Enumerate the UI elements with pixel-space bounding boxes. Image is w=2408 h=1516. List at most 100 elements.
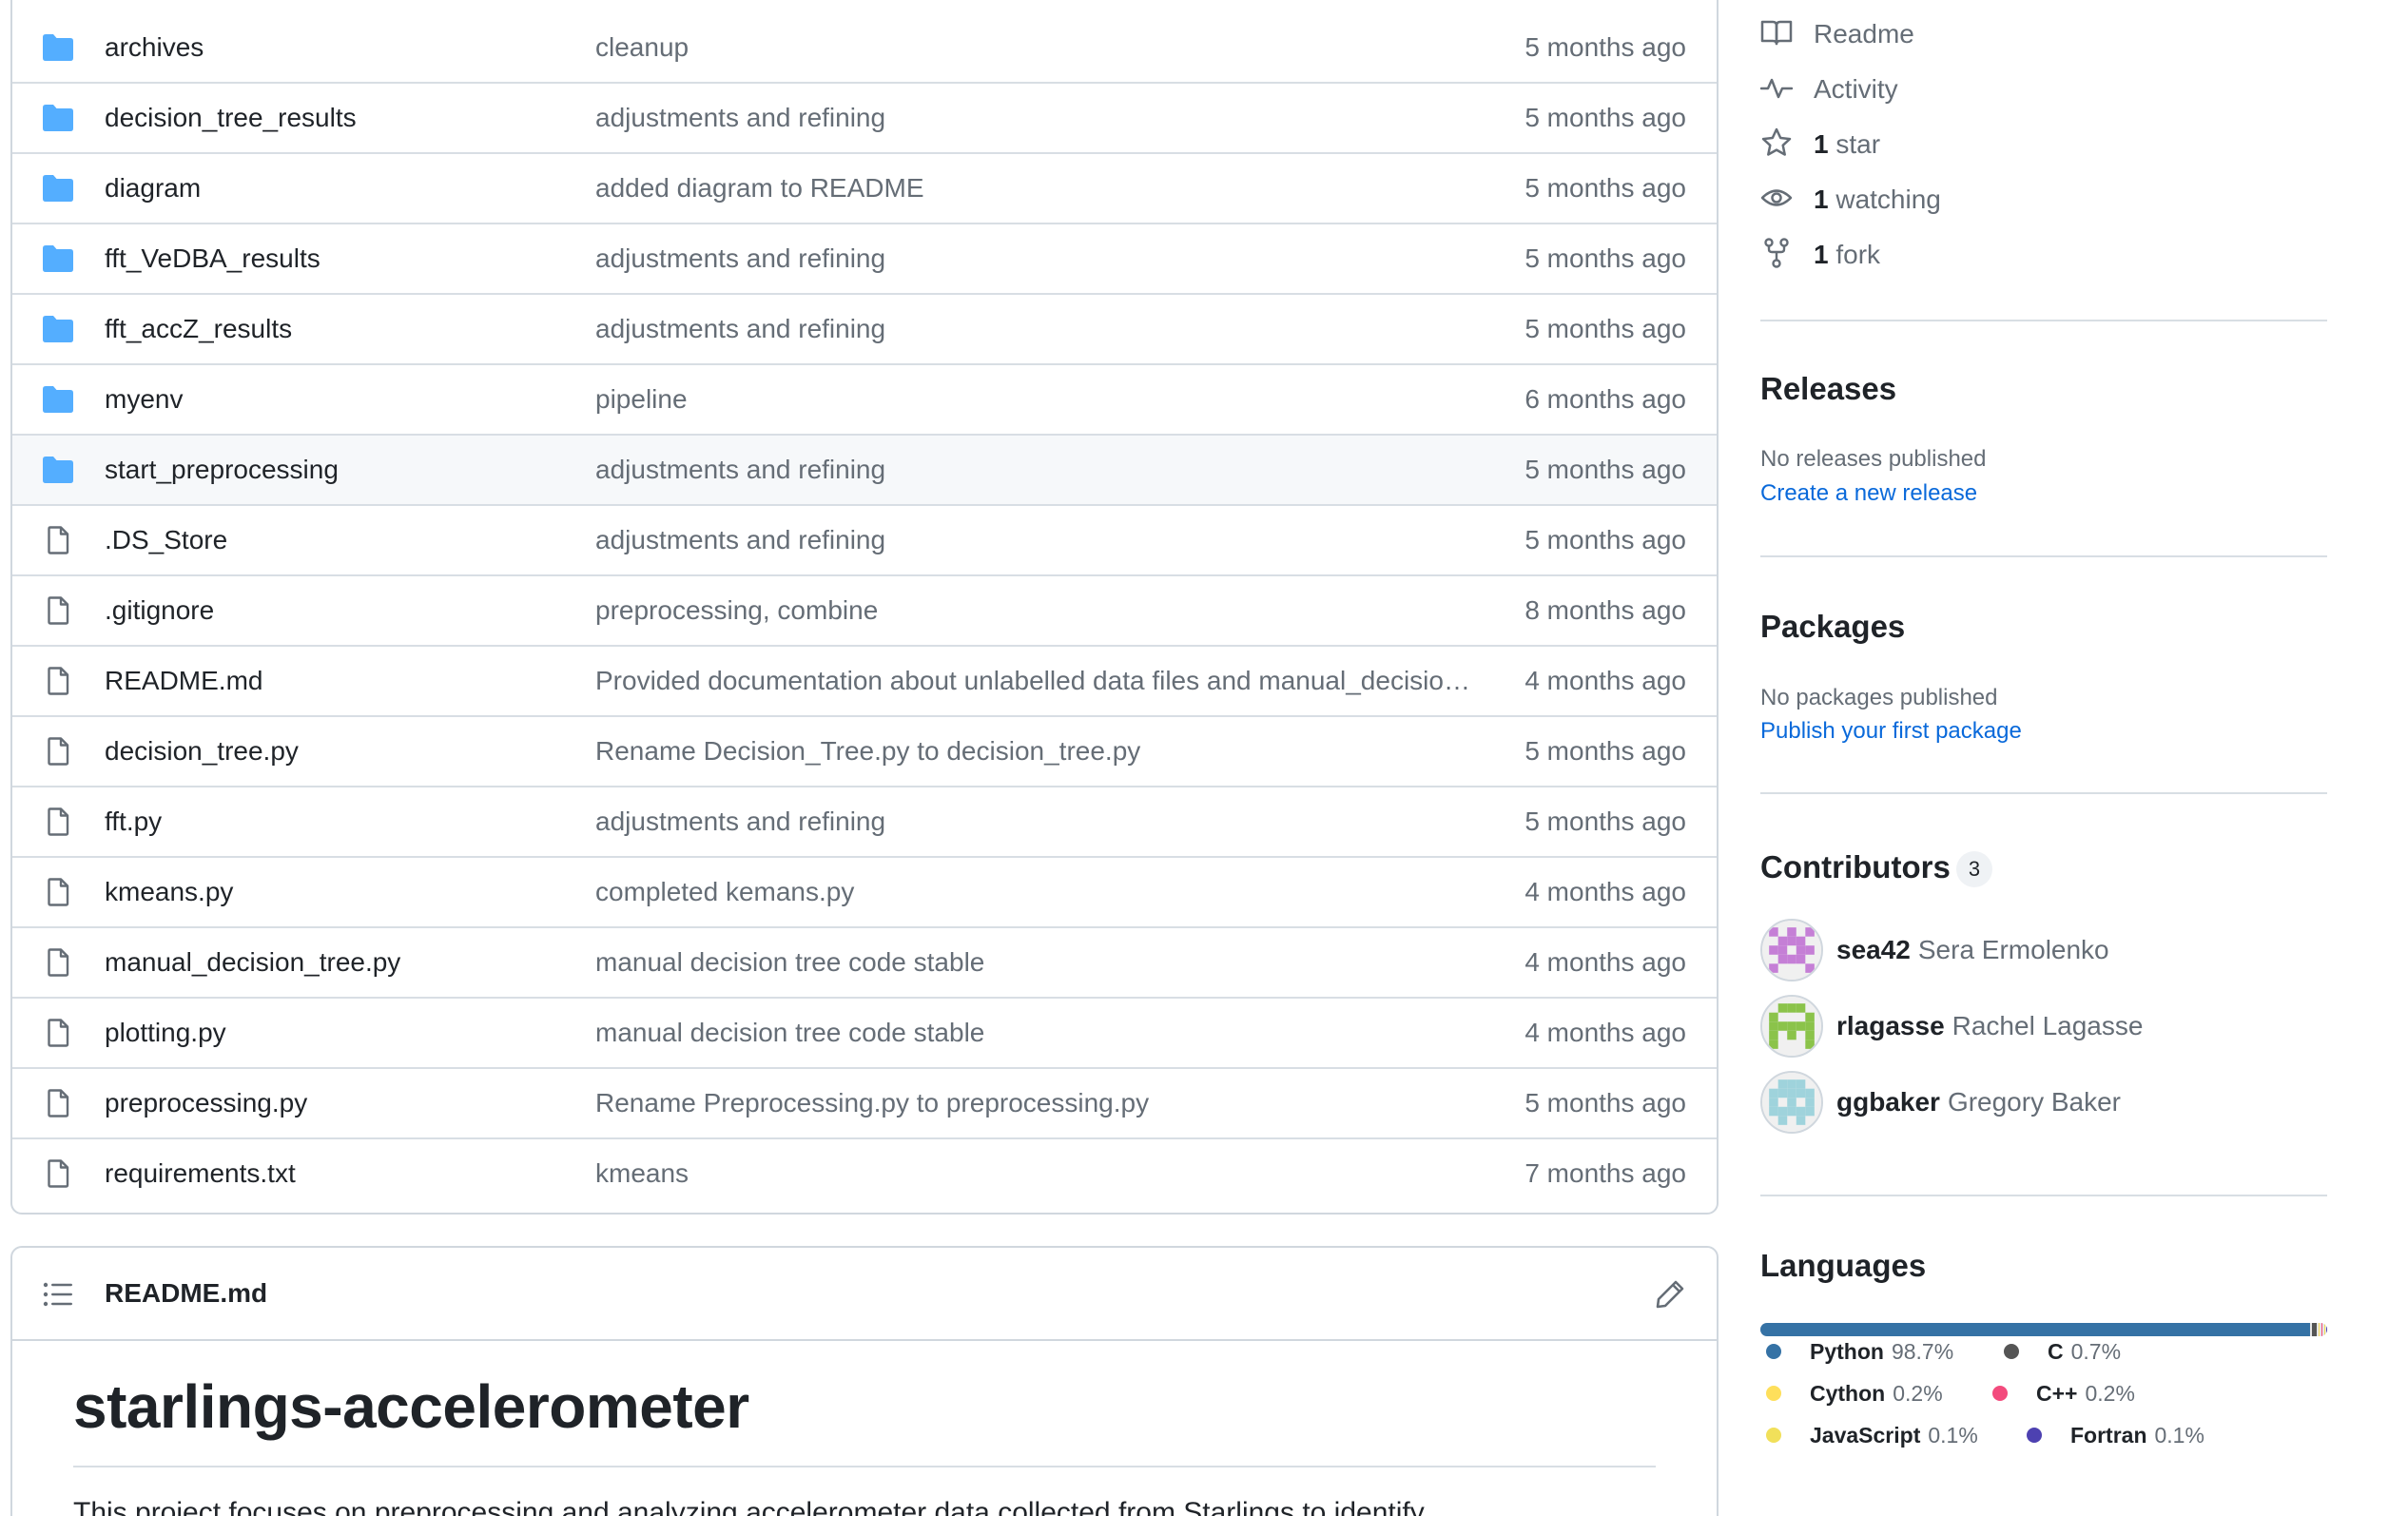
file-row[interactable]: README.md Provided documentation about un…: [12, 645, 1717, 715]
language-color-dot: [2004, 1344, 2019, 1359]
language-item[interactable]: Cython 0.2%: [1766, 1377, 1943, 1409]
commit-message-link[interactable]: manual decision tree code stable: [595, 947, 1480, 978]
commit-date: 5 months ago: [1524, 243, 1686, 273]
meta-text: fork: [1828, 240, 1881, 269]
file-icon: [42, 948, 74, 977]
file-name-link[interactable]: decision_tree.py: [105, 736, 299, 767]
commit-message-link[interactable]: added diagram to README: [595, 173, 1480, 204]
file-name-link[interactable]: myenv: [105, 384, 183, 415]
folder-icon: [42, 385, 74, 414]
contributor-login[interactable]: sea42: [1836, 935, 1911, 965]
contributor-item[interactable]: rlagasse Rachel Lagasse: [1760, 995, 2143, 1058]
packages-heading[interactable]: Packages: [1760, 609, 1905, 645]
file-name-link[interactable]: archives: [105, 32, 204, 63]
file-name-link[interactable]: .DS_Store: [105, 525, 227, 555]
language-item[interactable]: C++ 0.2%: [1992, 1377, 2135, 1409]
file-name-link[interactable]: fft.py: [105, 807, 162, 837]
language-color-dot: [1766, 1344, 1781, 1359]
commit-message-link[interactable]: adjustments and refining: [595, 525, 1480, 555]
avatar[interactable]: [1760, 919, 1823, 982]
meta-count: 1: [1814, 129, 1829, 159]
meta-text: star: [1828, 129, 1881, 159]
avatar[interactable]: [1760, 1071, 1823, 1134]
commit-message-link[interactable]: kmeans: [595, 1158, 1480, 1189]
file-icon: [42, 1159, 74, 1188]
commit-date: 5 months ago: [1524, 314, 1686, 343]
language-item[interactable]: JavaScript 0.1%: [1766, 1419, 1978, 1451]
star-icon: [1760, 126, 1814, 164]
file-name-link[interactable]: fft_accZ_results: [105, 314, 292, 344]
readme-header: README.md: [12, 1248, 1717, 1341]
file-name-link[interactable]: decision_tree_results: [105, 103, 357, 133]
file-row[interactable]: plotting.py manual decision tree code sta…: [12, 997, 1717, 1067]
folder-row[interactable]: myenv pipeline 6 months ago: [12, 363, 1717, 434]
contributor-login[interactable]: ggbaker: [1836, 1087, 1940, 1118]
file-row[interactable]: .DS_Store adjustments and refining 5 month…: [12, 504, 1717, 574]
contributor-item[interactable]: ggbaker Gregory Baker: [1760, 1071, 2121, 1134]
list-unordered-icon[interactable]: [43, 1282, 73, 1307]
file-name-link[interactable]: .gitignore: [105, 595, 214, 626]
meta-eye-link[interactable]: 1 watching: [1760, 181, 1941, 219]
meta-book-link[interactable]: Readme: [1760, 15, 1914, 53]
folder-row[interactable]: fft_VeDBA_results adjustments and refinin…: [12, 223, 1717, 293]
file-name-link[interactable]: plotting.py: [105, 1018, 226, 1048]
language-item[interactable]: C 0.7%: [2004, 1335, 2121, 1368]
folder-icon: [42, 456, 74, 484]
avatar[interactable]: [1760, 995, 1823, 1058]
file-icon: [42, 526, 74, 554]
folder-row[interactable]: start_preprocessing adjustments and refin…: [12, 434, 1717, 504]
commit-message-link[interactable]: preprocessing, combine: [595, 595, 1480, 626]
meta-fork-link[interactable]: 1 fork: [1760, 236, 1880, 274]
file-name-link[interactable]: requirements.txt: [105, 1158, 296, 1189]
language-percent: 0.1%: [2154, 1422, 2204, 1448]
commit-message-link[interactable]: manual decision tree code stable: [595, 1018, 1480, 1048]
file-name-link[interactable]: kmeans.py: [105, 877, 233, 907]
file-name-link[interactable]: start_preprocessing: [105, 455, 339, 485]
commit-message-link[interactable]: Rename Preprocessing.py to preprocessing…: [595, 1088, 1480, 1118]
fork-icon: [1760, 237, 1814, 274]
commit-date: 4 months ago: [1524, 877, 1686, 906]
meta-pulse-link[interactable]: Activity: [1759, 70, 1898, 108]
commit-message-link[interactable]: Provided documentation about unlabelled …: [595, 666, 1480, 696]
file-name-link[interactable]: manual_decision_tree.py: [105, 947, 400, 978]
file-row[interactable]: kmeans.py completed kemans.py 4 months ago: [12, 856, 1717, 926]
folder-row[interactable]: archives cleanup 5 months ago: [12, 13, 1717, 82]
file-row[interactable]: fft.py adjustments and refining 5 months a…: [12, 786, 1717, 856]
commit-message-link[interactable]: adjustments and refining: [595, 807, 1480, 837]
file-name-link[interactable]: diagram: [105, 173, 201, 204]
commit-message-link[interactable]: adjustments and refining: [595, 455, 1480, 485]
file-icon: [42, 807, 74, 836]
file-row[interactable]: manual_decision_tree.py manual decision t…: [12, 926, 1717, 997]
commit-message-link[interactable]: pipeline: [595, 384, 1480, 415]
pencil-icon[interactable]: [1654, 1278, 1686, 1311]
publish-package-link[interactable]: Publish your first package: [1760, 718, 2022, 745]
create-release-link[interactable]: Create a new release: [1760, 480, 1977, 507]
releases-heading[interactable]: Releases: [1760, 371, 1896, 407]
language-item[interactable]: Python 98.7%: [1766, 1335, 1953, 1368]
folder-row[interactable]: diagram added diagram to README 5 months a…: [12, 152, 1717, 223]
folder-icon: [42, 244, 74, 273]
file-row[interactable]: preprocessing.py Rename Preprocessing.py …: [12, 1067, 1717, 1137]
commit-message-link[interactable]: cleanup: [595, 32, 1480, 63]
commit-message-link[interactable]: adjustments and refining: [595, 314, 1480, 344]
commit-message-link[interactable]: adjustments and refining: [595, 103, 1480, 133]
folder-row[interactable]: fft_accZ_results adjustments and refining…: [12, 293, 1717, 363]
meta-star-link[interactable]: 1 star: [1760, 126, 1880, 164]
file-row[interactable]: .gitignore preprocessing, combine 8 months…: [12, 574, 1717, 645]
commit-message-link[interactable]: completed kemans.py: [595, 877, 1480, 907]
contributor-item[interactable]: sea42 Sera Ermolenko: [1760, 919, 2109, 982]
file-row[interactable]: requirements.txt kmeans 7 months ago: [12, 1137, 1717, 1208]
commit-message-link[interactable]: adjustments and refining: [595, 243, 1480, 274]
folder-row[interactable]: decision_tree_results adjustments and ref…: [12, 82, 1717, 152]
file-row[interactable]: decision_tree.py Rename Decision_Tree.py …: [12, 715, 1717, 786]
commit-message-link[interactable]: Rename Decision_Tree.py to decision_tree…: [595, 736, 1480, 767]
language-item[interactable]: Fortran 0.1%: [2027, 1419, 2204, 1451]
file-name-link[interactable]: preprocessing.py: [105, 1088, 307, 1118]
language-percent: 0.2%: [1893, 1380, 1943, 1406]
contributors-heading[interactable]: Contributors: [1760, 849, 1951, 885]
folder-icon: [42, 174, 74, 203]
contributor-login[interactable]: rlagasse: [1836, 1011, 1945, 1041]
file-name-link[interactable]: fft_VeDBA_results: [105, 243, 320, 274]
readme-filename: README.md: [105, 1278, 268, 1308]
file-name-link[interactable]: README.md: [105, 666, 262, 696]
